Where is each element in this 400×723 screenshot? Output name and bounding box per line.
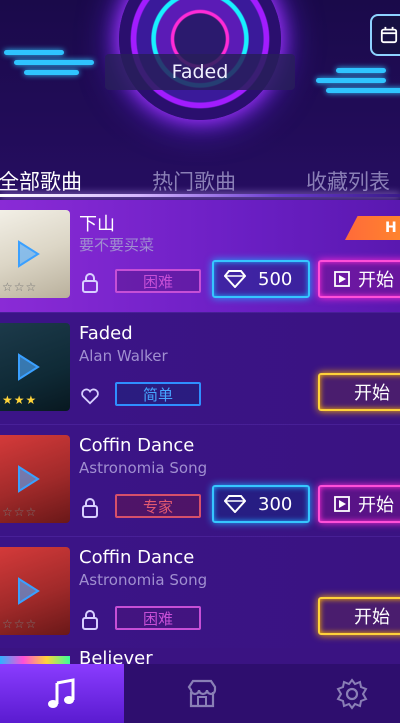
start-label: 开始: [358, 270, 394, 291]
diamond-icon: [224, 270, 246, 288]
star-rating: ★★★: [2, 393, 38, 407]
play-icon: [18, 465, 40, 493]
difficulty-badge: 困难: [115, 606, 201, 630]
heart-icon[interactable]: [80, 385, 100, 407]
now-playing-title: Faded: [105, 54, 295, 90]
difficulty-badge: 简单: [115, 382, 201, 406]
song-row[interactable]: ★★★ Faded Alan Walker 简单 开始: [0, 312, 400, 424]
song-row[interactable]: ☆☆☆ 下山 要不要买菜 困难 500 开始 HOT: [0, 200, 400, 312]
start-button[interactable]: 开始: [318, 373, 400, 411]
play-icon: [18, 577, 40, 605]
difficulty-badge: 困难: [115, 269, 201, 293]
start-label: 开始: [358, 495, 394, 516]
song-artist: Astronomia Song: [79, 571, 208, 589]
nav-store[interactable]: [140, 664, 264, 723]
play-icon: [18, 240, 40, 268]
song-title: Coffin Dance: [79, 547, 195, 568]
song-artist: Astronomia Song: [79, 459, 208, 477]
star-rating: ☆☆☆: [2, 505, 38, 519]
tab-hot-songs[interactable]: 热门歌曲: [152, 166, 236, 196]
album-cover: ☆☆☆: [0, 435, 70, 523]
song-row[interactable]: ☆☆☆ Coffin Dance Astronomia Song 专家 300 …: [0, 424, 400, 536]
song-title: 下山: [79, 214, 115, 235]
start-label: 开始: [354, 383, 390, 404]
hot-badge: HOT: [345, 216, 400, 240]
nav-settings[interactable]: [290, 664, 400, 723]
tab-favorites[interactable]: 收藏列表: [306, 166, 390, 196]
song-title: Faded: [79, 323, 133, 344]
song-list: ☆☆☆ 下山 要不要买菜 困难 500 开始 HOT: [0, 200, 400, 664]
nav-music[interactable]: [0, 664, 124, 723]
lock-icon: [82, 273, 98, 293]
album-cover: [0, 656, 70, 664]
equalizer-right-graphic: [316, 68, 400, 93]
song-artist: 要不要买菜: [79, 236, 155, 254]
lock-icon: [82, 498, 98, 518]
tab-underline: [0, 194, 400, 197]
difficulty-badge: 专家: [115, 494, 201, 518]
play-box-icon: [334, 271, 350, 287]
price-value: 500: [258, 268, 293, 290]
start-button[interactable]: 开始: [318, 597, 400, 635]
calendar-icon: [380, 26, 398, 44]
unlock-price-button[interactable]: 500: [212, 260, 310, 298]
price-value: 300: [258, 493, 293, 515]
lock-icon: [82, 610, 98, 630]
unlock-price-button[interactable]: 300: [212, 485, 310, 523]
song-row[interactable]: ☆☆☆ Coffin Dance Astronomia Song 困难 开始: [0, 536, 400, 648]
song-title: Believer: [79, 648, 153, 664]
start-button[interactable]: 开始: [318, 485, 400, 523]
start-label: 开始: [354, 607, 390, 628]
header: Faded: [0, 0, 400, 170]
diamond-icon: [224, 495, 246, 513]
album-cover: ☆☆☆: [0, 210, 70, 298]
tab-all-songs[interactable]: 全部歌曲: [0, 166, 82, 196]
song-title: Coffin Dance: [79, 435, 195, 456]
store-icon: [187, 679, 217, 707]
star-rating: ☆☆☆: [2, 280, 38, 294]
settings-gear-icon: [336, 677, 368, 710]
bottom-nav: [0, 664, 400, 723]
play-box-icon: [334, 496, 350, 512]
star-rating: ☆☆☆: [2, 617, 38, 631]
badge-label: HOT: [385, 220, 397, 236]
song-row[interactable]: Believer: [0, 648, 400, 664]
start-button[interactable]: 开始: [318, 260, 400, 298]
music-note-icon: [48, 677, 75, 708]
song-artist: Alan Walker: [79, 347, 168, 365]
equalizer-left-graphic: [4, 50, 94, 75]
album-cover: ★★★: [0, 323, 70, 411]
calendar-button[interactable]: [370, 14, 400, 56]
play-icon: [18, 353, 40, 381]
album-cover: ☆☆☆: [0, 547, 70, 635]
